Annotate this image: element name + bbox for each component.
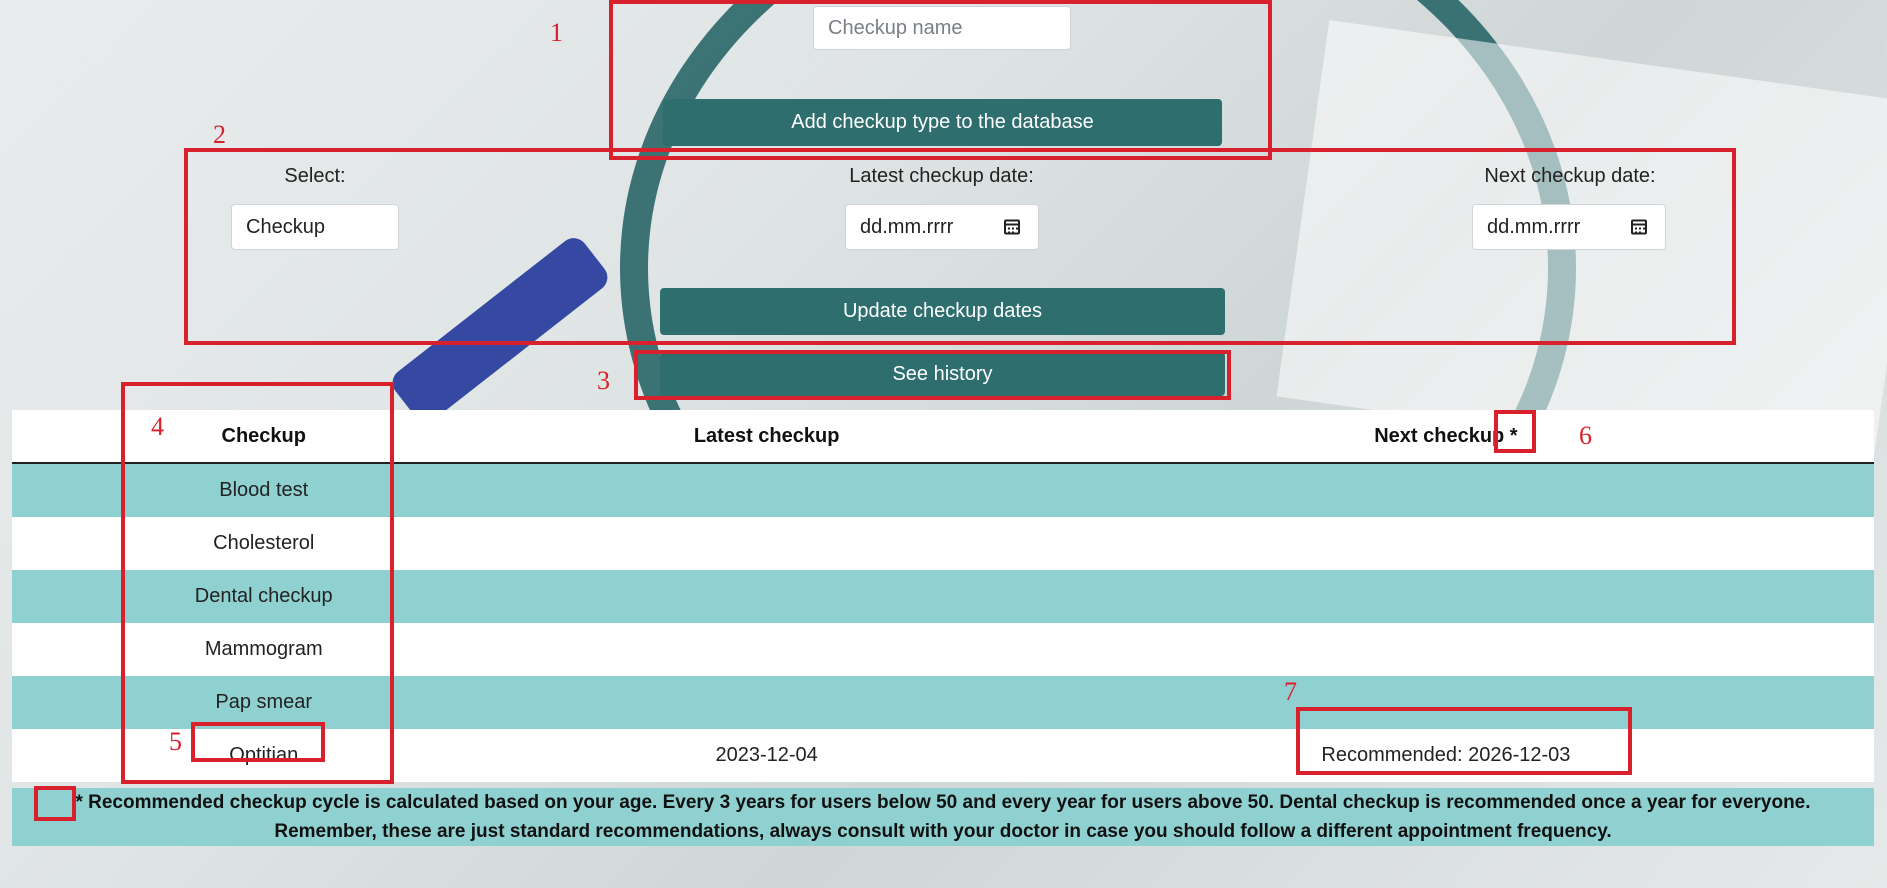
cell-next: [1017, 517, 1874, 570]
cell-latest: [515, 463, 1018, 517]
cell-latest: [515, 570, 1018, 623]
annotation-number-2: 2: [213, 120, 226, 149]
annotation-number-1: 1: [550, 18, 563, 47]
annotation-box-1: [609, 0, 1272, 160]
annotation-number-5: 5: [169, 727, 182, 756]
annotation-box-6: [1494, 410, 1536, 453]
annotation-box-7: [1296, 707, 1632, 775]
annotation-number-6: 6: [1579, 421, 1592, 450]
recommendation-footnote: * Recommended checkup cycle is calculate…: [12, 788, 1874, 846]
header-latest-checkup: Latest checkup: [515, 410, 1018, 464]
annotation-box-3: [634, 350, 1231, 400]
annotation-number-3: 3: [597, 366, 610, 395]
annotation-box-2: [184, 148, 1736, 345]
cell-latest: [515, 623, 1018, 676]
annotation-box-5: [191, 722, 325, 762]
cell-next: [1017, 570, 1874, 623]
footnote-line-1: * Recommended checkup cycle is calculate…: [75, 792, 1811, 813]
cell-next: [1017, 623, 1874, 676]
cell-next: [1017, 463, 1874, 517]
annotation-box-footnote: [34, 786, 76, 821]
footnote-line-2: Remember, these are just standard recomm…: [274, 821, 1612, 842]
cell-latest: 2023-12-04: [515, 729, 1018, 782]
annotation-number-7: 7: [1284, 677, 1297, 706]
annotation-number-4: 4: [151, 412, 164, 441]
header-next-checkup: Next checkup *: [1017, 410, 1874, 464]
cell-latest: [515, 676, 1018, 729]
cell-latest: [515, 517, 1018, 570]
